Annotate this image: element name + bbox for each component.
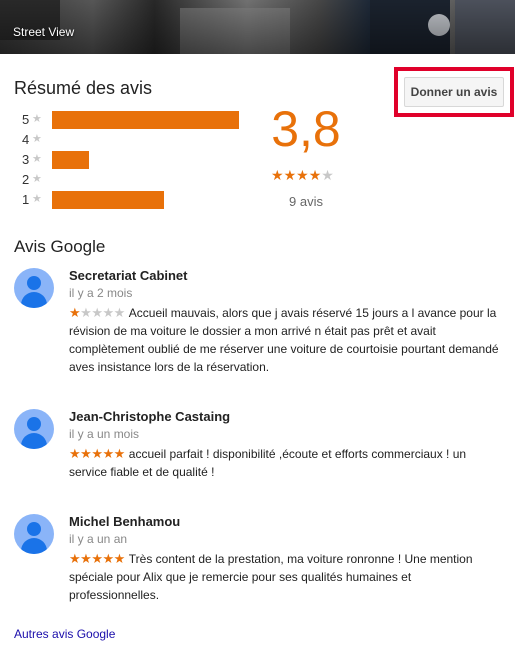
review-body: Accueil mauvais, alors que j avais réser…	[69, 306, 499, 374]
avatar-head	[27, 276, 41, 290]
avatar-body	[21, 538, 47, 554]
star-icon: ★	[69, 551, 81, 566]
histogram-star-level: 5	[22, 112, 30, 127]
street-view-label[interactable]: Street View	[13, 25, 74, 39]
histogram-row[interactable]: 5 ★	[22, 111, 252, 129]
avatar-body	[21, 433, 47, 449]
star-icon: ★	[32, 173, 42, 185]
avatar-icon[interactable]	[14, 409, 54, 449]
avatar-icon[interactable]	[14, 268, 54, 308]
star-icon: ★	[102, 551, 114, 566]
star-icon: ★	[32, 153, 42, 165]
reviews-summary-title: Résumé des avis	[14, 78, 153, 98]
star-icon: ★	[32, 133, 42, 145]
review-date: il y a un an	[69, 532, 128, 546]
histogram-row[interactable]: 4 ★	[22, 131, 252, 149]
star-icon: ★	[69, 446, 81, 461]
star-icon: ★	[91, 305, 103, 320]
avatar-body	[21, 292, 47, 308]
star-icon: ★	[271, 167, 284, 183]
star-icon: ★	[102, 305, 114, 320]
star-icon: ★	[69, 305, 81, 320]
avatar-icon[interactable]	[14, 514, 54, 554]
histogram-star-level: 2	[22, 172, 30, 187]
street-view-banner[interactable]: Street View	[0, 0, 515, 54]
star-icon: ★	[32, 113, 42, 125]
histogram-bar	[52, 191, 164, 209]
review-author[interactable]: Michel Benhamou	[69, 514, 180, 529]
review-stars: ★★★★★	[69, 305, 125, 320]
histogram-row[interactable]: 3 ★	[22, 151, 252, 169]
star-icon: ★	[113, 446, 126, 461]
review-date: il y a un mois	[69, 427, 140, 441]
review-text: ★★★★★ accueil parfait ! disponibilité ,éc…	[69, 445, 504, 481]
average-rating-stars: ★★★★★	[271, 167, 334, 184]
review-stars: ★★★★★	[69, 446, 125, 461]
histogram-star-level: 4	[22, 132, 30, 147]
star-icon: ★	[32, 193, 42, 205]
star-icon: ★	[296, 167, 309, 183]
review-text: ★★★★★ Très content de la prestation, ma v…	[69, 550, 504, 604]
review-author[interactable]: Jean-Christophe Castaing	[69, 409, 230, 424]
star-icon: ★	[113, 305, 126, 320]
more-google-reviews-link[interactable]: Autres avis Google	[14, 627, 115, 641]
star-icon: ★	[91, 446, 103, 461]
star-icon: ★	[91, 551, 103, 566]
star-icon: ★	[80, 305, 92, 320]
review-body: Très content de la prestation, ma voitur…	[69, 552, 473, 602]
star-icon: ★	[283, 167, 297, 183]
star-icon: ★	[113, 551, 126, 566]
average-rating: 3,8	[271, 101, 341, 157]
histogram-bar	[52, 151, 89, 169]
histogram-bar	[52, 111, 239, 129]
review-author[interactable]: Secretariat Cabinet	[69, 268, 188, 283]
review-body: accueil parfait ! disponibilité ,écoute …	[69, 447, 467, 479]
histogram-star-level: 1	[22, 192, 30, 207]
review-stars: ★★★★★	[69, 551, 125, 566]
star-icon: ★	[102, 446, 114, 461]
write-review-button[interactable]: Donner un avis	[404, 77, 504, 107]
banner-shade	[0, 0, 515, 54]
review-count[interactable]: 9 avis	[271, 194, 341, 209]
star-icon: ★	[308, 167, 322, 183]
histogram-row[interactable]: 1 ★	[22, 191, 252, 209]
avatar-head	[27, 417, 41, 431]
review-text: ★★★★★ Accueil mauvais, alors que j avais …	[69, 304, 504, 376]
review-date: il y a 2 mois	[69, 286, 133, 300]
avatar-head	[27, 522, 41, 536]
star-icon: ★	[80, 446, 92, 461]
histogram-row[interactable]: 2 ★	[22, 171, 252, 189]
star-icon: ★	[80, 551, 92, 566]
star-icon: ★	[321, 167, 334, 183]
google-reviews-title: Avis Google	[14, 237, 106, 256]
histogram-star-level: 3	[22, 152, 30, 167]
